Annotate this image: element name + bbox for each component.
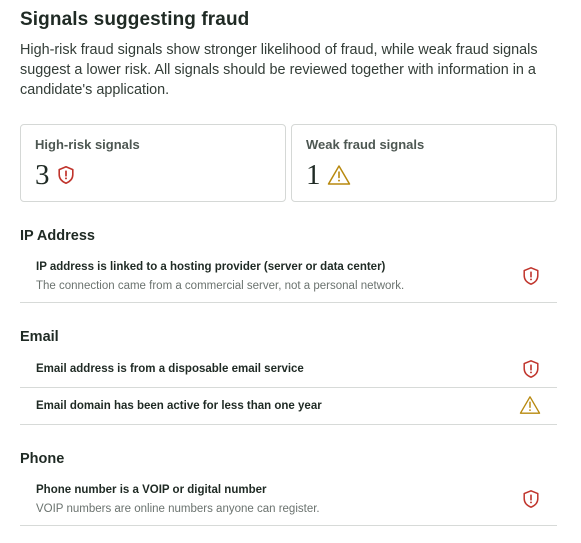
signal-row: Email domain has been active for less th… [20,388,557,425]
shield-alert-icon [521,489,541,509]
signal-title: Email address is from a disposable email… [36,363,304,375]
signal-description: VOIP numbers are online numbers anyone c… [36,503,320,515]
shield-alert-icon [521,266,541,286]
fraud-signals-panel: Signals suggesting fraud High-risk fraud… [0,0,581,543]
section-title-ip-address: IP Address [20,228,95,244]
high-risk-label: High-risk signals [35,137,140,152]
signal-title: Phone number is a VOIP or digital number [36,484,267,496]
weak-signals-label: Weak fraud signals [306,137,425,152]
signal-title: Email domain has been active for less th… [36,400,322,412]
weak-signals-summary-card: Weak fraud signals 1 [291,124,557,202]
shield-alert-icon [56,165,76,185]
signal-row: Phone number is a VOIP or digital number… [20,473,557,526]
warning-triangle-icon [327,164,351,186]
summary-cards: High-risk signals 3 Weak fraud signals 1 [20,124,557,202]
section-title-email: Email [20,329,59,345]
high-risk-summary-card: High-risk signals 3 [20,124,286,202]
signal-description: The connection came from a commercial se… [36,280,405,292]
intro-text: High-risk fraud signals show stronger li… [20,42,538,98]
shield-alert-icon [521,359,541,379]
weak-signals-count: 1 [306,159,321,191]
section-title-phone: Phone [20,451,65,467]
high-risk-count: 3 [35,159,50,191]
warning-triangle-icon [519,395,541,415]
signal-row: Email address is from a disposable email… [20,351,557,388]
signal-title: IP address is linked to a hosting provid… [36,261,386,273]
page-title: Signals suggesting fraud [20,9,250,30]
signal-row: IP address is linked to a hosting provid… [20,250,557,303]
